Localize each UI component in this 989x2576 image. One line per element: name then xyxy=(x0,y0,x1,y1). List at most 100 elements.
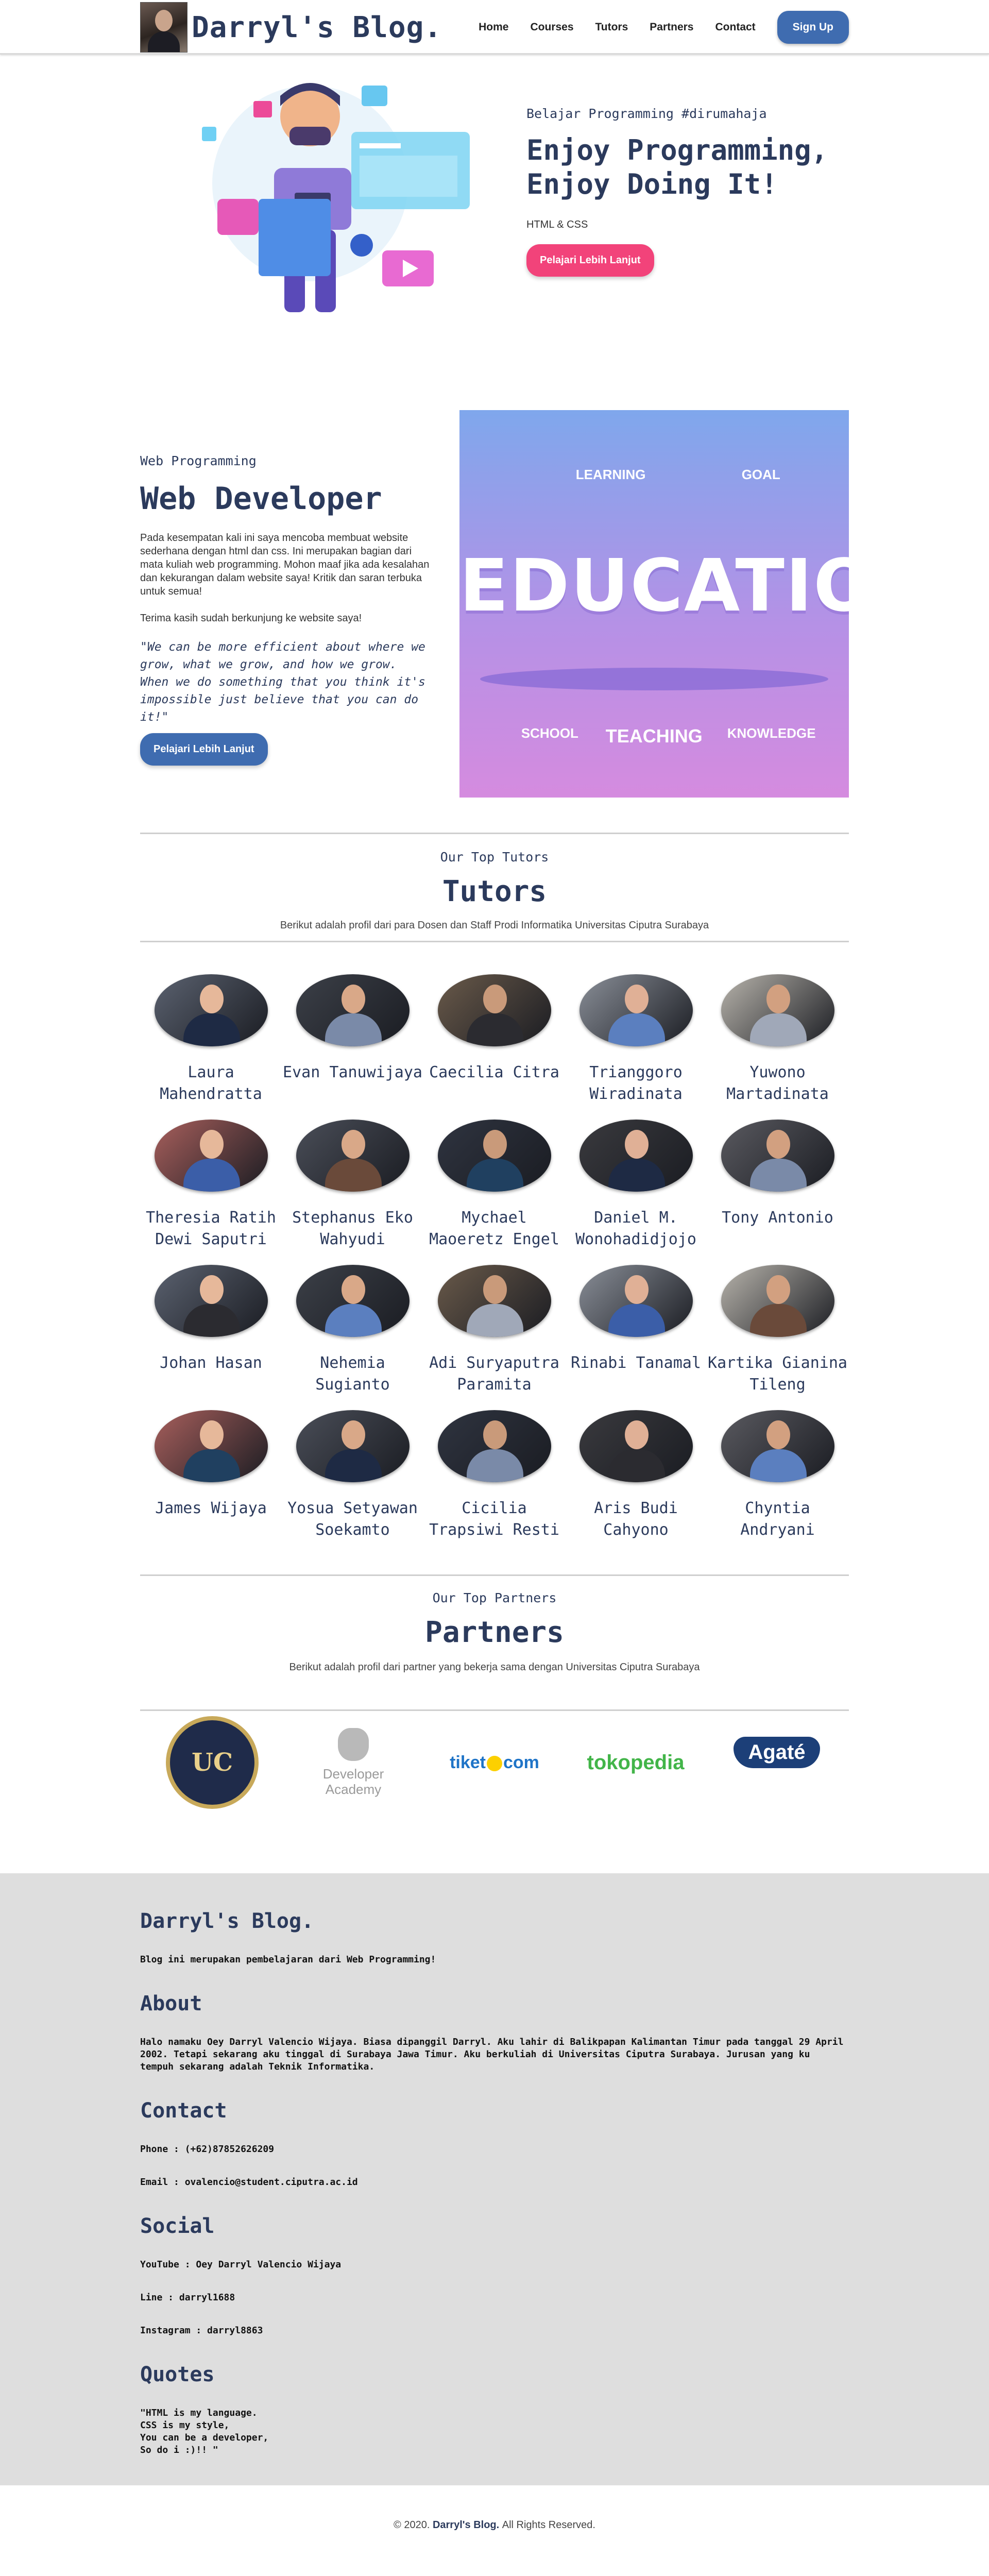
tutor-photo xyxy=(579,1120,693,1192)
partners-title: Partners xyxy=(425,1616,564,1649)
nav-link-home[interactable]: Home xyxy=(479,21,508,33)
tutor-name: Yuwono Martadinata xyxy=(726,1063,829,1103)
footer-tagline: Blog ini merupakan pembelajaran dari Web… xyxy=(140,1954,436,1965)
partners-subtitle: Our Top Partners xyxy=(432,1590,557,1605)
tutor-photo xyxy=(437,1410,551,1482)
social-line: Line : darryl1688 xyxy=(140,2292,235,2303)
partner-logos: UC Developer Academy tiket com tokopedia … xyxy=(140,1716,849,1809)
tiket-logo: tiket com xyxy=(450,1753,539,1773)
partner-ciputra[interactable]: UC xyxy=(161,1716,264,1809)
divider xyxy=(140,833,849,834)
tutor-card[interactable]: Daniel M. Wonohadidjojo xyxy=(565,1120,707,1248)
tutor-name: Kartika Gianina Tileng xyxy=(708,1354,847,1394)
tutor-name: Aris Budi Cahyono xyxy=(594,1499,678,1539)
tutor-photo xyxy=(579,1410,693,1482)
nav-link-partners[interactable]: Partners xyxy=(650,21,693,33)
tutor-photo-body xyxy=(608,1159,665,1192)
tutor-photo-body xyxy=(183,1013,240,1046)
hero-illustration xyxy=(140,55,496,328)
hero-tech: HTML & CSS xyxy=(526,218,588,230)
tutor-photo xyxy=(154,1410,268,1482)
tutor-photo-body xyxy=(183,1449,240,1482)
partner-apple-developer-academy[interactable]: Developer Academy xyxy=(302,1716,405,1809)
copyright-suffix: All Rights Reserved. xyxy=(502,2519,595,2531)
edu-label-teaching: TEACHING xyxy=(605,725,703,747)
tutor-photo-face xyxy=(341,985,365,1013)
partner-tokopedia[interactable]: tokopedia xyxy=(584,1716,687,1809)
tutor-photo xyxy=(437,1265,551,1337)
dev-learn-more-button[interactable]: Pelajari Lebih Lanjut xyxy=(140,733,268,766)
hero-text: Belajar Programming #dirumahaja Enjoy Pr… xyxy=(496,106,849,277)
tutor-card[interactable]: Cicilia Trapsiwi Resti xyxy=(423,1410,565,1539)
tutor-photo xyxy=(721,1120,834,1192)
social-instagram: Instagram : darryl8863 xyxy=(140,2325,263,2336)
tutor-card[interactable]: Chyntia Andryani xyxy=(707,1410,848,1539)
tutor-photo-face xyxy=(624,1130,649,1159)
partner-tiket[interactable]: tiket com xyxy=(443,1716,546,1809)
tutor-card[interactable]: Aris Budi Cahyono xyxy=(565,1410,707,1539)
nav-link-tutors[interactable]: Tutors xyxy=(595,21,628,33)
tutor-photo-body xyxy=(466,1449,523,1482)
quote-line-3: You can be a developer, xyxy=(140,2432,269,2443)
tutor-photo-face xyxy=(483,1420,507,1449)
tutor-photo-face xyxy=(624,1275,649,1304)
tutor-name: Tony Antonio xyxy=(722,1209,833,1227)
partners-section: Our Top Partners Partners Berikut adalah… xyxy=(0,1574,989,1873)
tutor-photo-face xyxy=(624,985,649,1013)
ciputra-logo: UC xyxy=(166,1716,259,1809)
tutor-card[interactable]: Nehemia Sugianto xyxy=(282,1265,423,1394)
web-developer-section: Web Programming Web Developer Pada kesem… xyxy=(0,328,989,833)
tutor-card[interactable]: Stephanus Eko Wahyudi xyxy=(282,1120,423,1248)
tutors-subtitle: Our Top Tutors xyxy=(440,850,549,865)
tiket-logo-text: tiket xyxy=(450,1752,486,1772)
tutor-card[interactable]: Yuwono Martadinata xyxy=(707,974,848,1103)
tutor-photo xyxy=(579,1265,693,1337)
tutor-card[interactable]: Yosua Setyawan Soekamto xyxy=(282,1410,423,1539)
nav-link-courses[interactable]: Courses xyxy=(530,21,573,33)
tutor-photo-body xyxy=(183,1304,240,1337)
tutor-card[interactable]: Trianggoro Wiradinata xyxy=(565,974,707,1103)
contact-heading: Contact xyxy=(140,2099,227,2123)
tutor-card[interactable]: James Wijaya xyxy=(140,1410,282,1534)
tutor-photo-body xyxy=(608,1449,665,1482)
main-menu: Home Courses Tutors Partners Contact Sig… xyxy=(479,11,849,44)
info-footer: Darryl's Blog. Blog ini merupakan pembel… xyxy=(0,1873,989,2485)
hero-learn-more-button[interactable]: Pelajari Lebih Lanjut xyxy=(526,244,654,277)
quote-line-2: CSS is my style, xyxy=(140,2420,230,2431)
tutor-photo-body xyxy=(466,1013,523,1046)
tutor-card[interactable]: Johan Hasan xyxy=(140,1265,282,1388)
tutor-photo-face xyxy=(624,1420,649,1449)
tutor-card[interactable]: Laura Mahendratta xyxy=(140,974,282,1103)
tutor-card[interactable]: Evan Tanuwijaya xyxy=(282,974,423,1098)
tutor-name: Adi Suryaputra Paramita xyxy=(429,1354,559,1394)
divider xyxy=(140,1574,849,1576)
tutor-card[interactable]: Rinabi Tanamal xyxy=(565,1265,707,1388)
copyright-brand: Darryl's Blog. xyxy=(432,2519,500,2531)
tutor-card[interactable]: Tony Antonio xyxy=(707,1120,848,1243)
tutor-photo xyxy=(154,1120,268,1192)
dev-quote: "We can be more efficient about where we… xyxy=(140,640,425,724)
nav-link-contact[interactable]: Contact xyxy=(715,21,756,33)
partner-agate[interactable]: Agaté xyxy=(725,1716,828,1809)
tutor-name: Trianggoro Wiradinata xyxy=(589,1063,683,1103)
dev-thanks: Terima kasih sudah berkunjung ke website… xyxy=(140,613,362,624)
tutor-card[interactable]: Adi Suryaputra Paramita xyxy=(423,1265,565,1394)
tutor-card[interactable]: Mychael Maoeretz Engel xyxy=(423,1120,565,1248)
tutor-photo-body xyxy=(749,1013,807,1046)
contact-phone: Phone : (+62)87852626209 xyxy=(140,2144,275,2155)
tiket-dot-icon xyxy=(487,1755,502,1771)
tutor-photo xyxy=(296,1120,410,1192)
brand[interactable]: Darryl's Blog. xyxy=(140,2,442,53)
tutor-card[interactable]: Caecilia Citra xyxy=(423,974,565,1098)
hero-eyebrow: Belajar Programming #dirumahaja xyxy=(526,106,767,121)
signup-button[interactable]: Sign Up xyxy=(777,11,849,44)
tutor-photo-face xyxy=(199,985,224,1013)
tutor-photo-face xyxy=(483,1275,507,1304)
tutor-name: Daniel M. Wonohadidjojo xyxy=(575,1209,696,1248)
tokopedia-logo: tokopedia xyxy=(587,1751,685,1774)
tutor-card[interactable]: Kartika Gianina Tileng xyxy=(707,1265,848,1394)
tutor-card[interactable]: Theresia Ratih Dewi Saputri xyxy=(140,1120,282,1248)
tutor-grid: Laura Mahendratta Evan Tanuwijaya Caecilia… xyxy=(140,974,849,1539)
tutor-photo-face xyxy=(341,1275,365,1304)
tutor-photo xyxy=(296,1410,410,1482)
